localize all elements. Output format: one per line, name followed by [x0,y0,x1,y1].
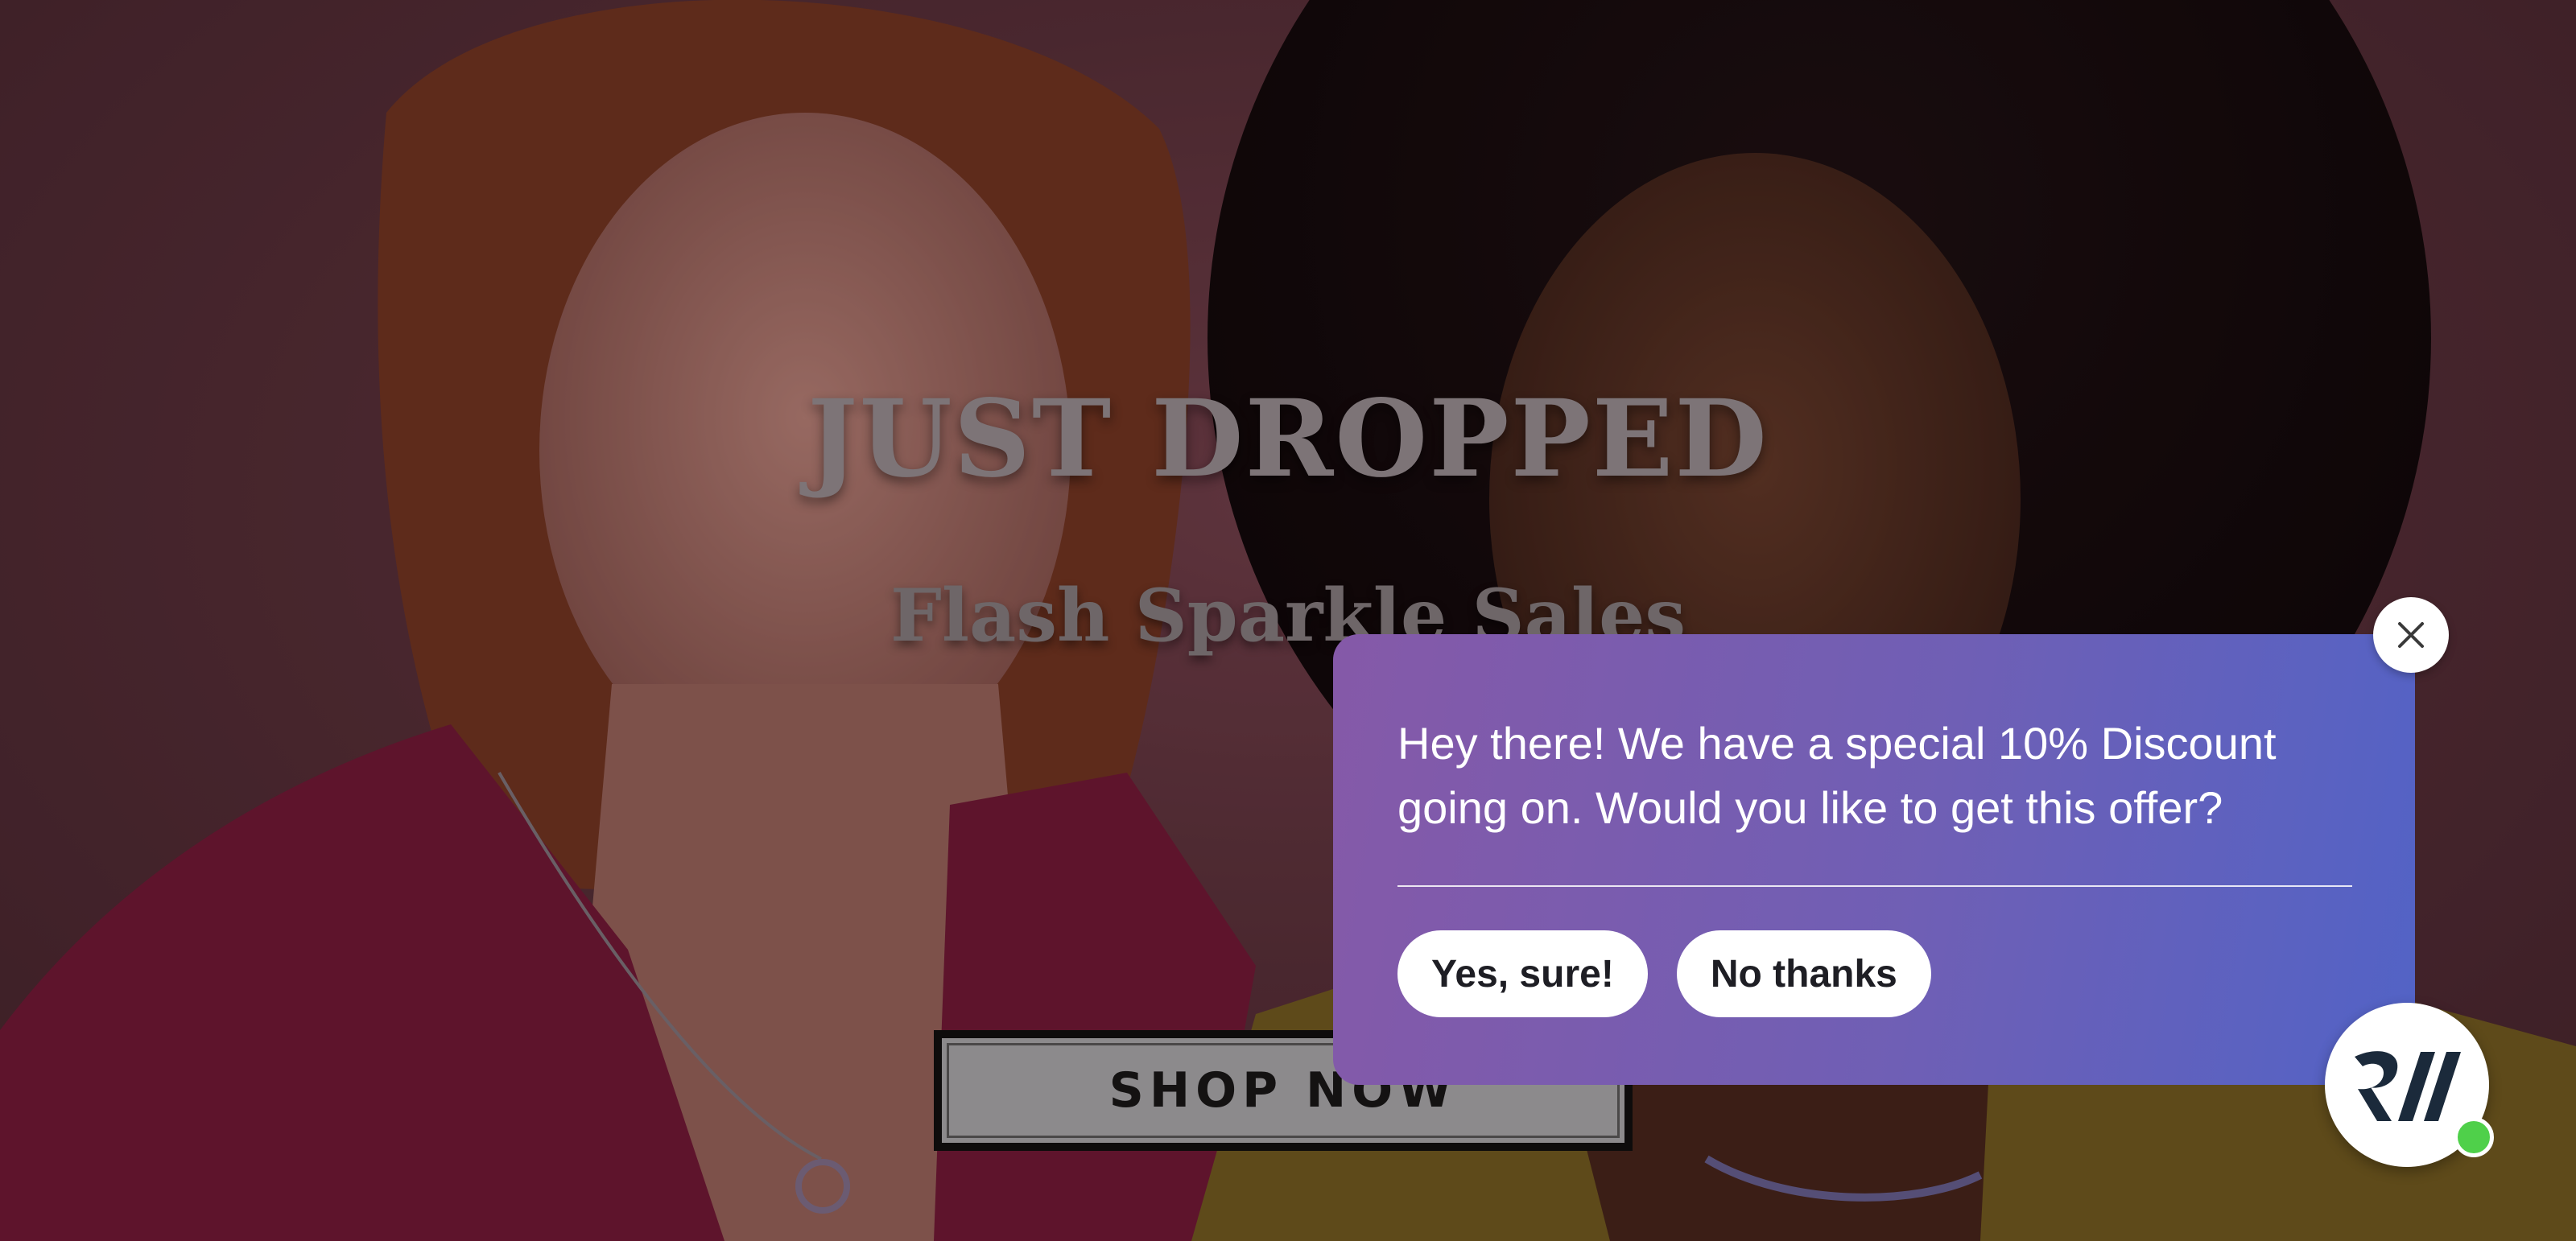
decline-offer-button[interactable]: No thanks [1676,930,1931,1017]
close-popup-button[interactable] [2373,597,2449,673]
brand-logo-icon [2355,1051,2461,1121]
popup-divider [1397,885,2352,887]
popup-actions: Yes, sure! No thanks [1397,930,2352,1017]
chat-launcher-button[interactable] [2325,1003,2494,1167]
accept-offer-button[interactable]: Yes, sure! [1397,930,1648,1017]
popup-message: Hey there! We have a special 10% Discoun… [1397,718,2277,833]
hero-title: JUST DROPPED [807,377,1769,501]
discount-chat-popup: Hey there! We have a special 10% Discoun… [1333,634,2415,1085]
page: JUST DROPPED Flash Sparkle Sales SHOP NO… [0,0,2576,1241]
close-icon [2398,622,2424,648]
online-status-dot [2454,1117,2494,1157]
